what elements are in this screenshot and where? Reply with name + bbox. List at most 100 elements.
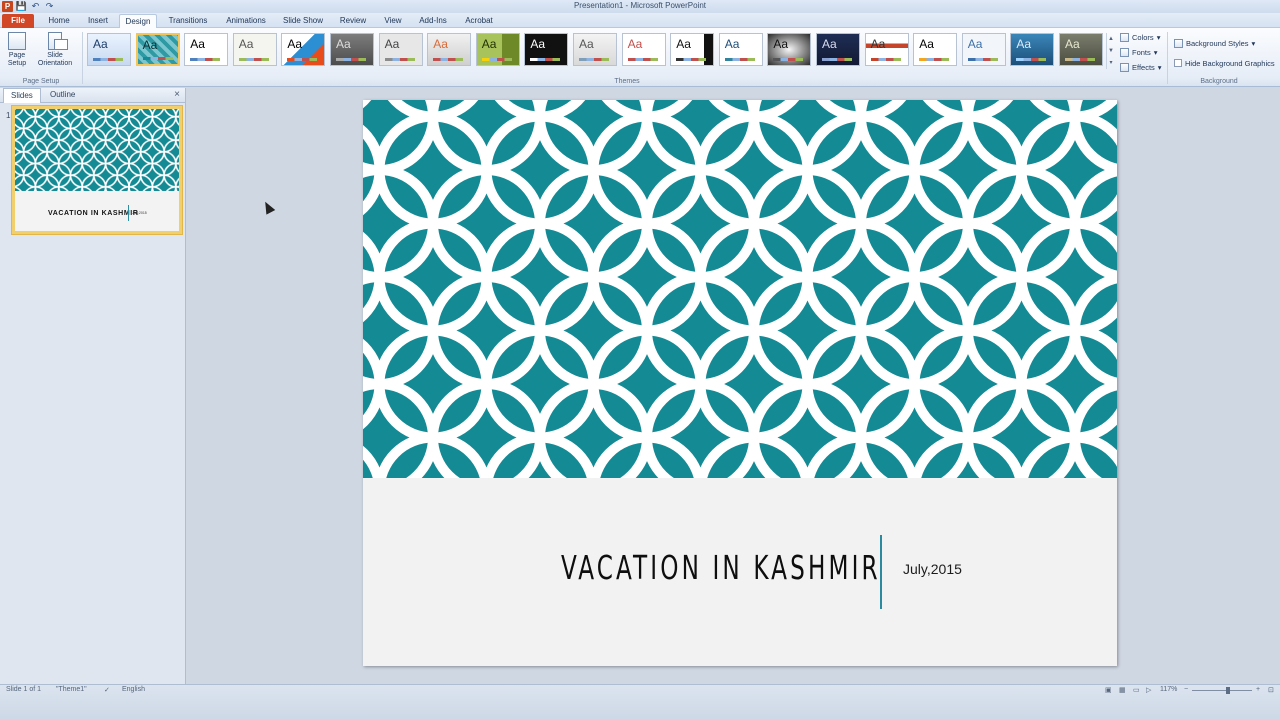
slide[interactable]: VACATION IN KASHMIR July,2015 [363, 100, 1117, 666]
colors-label: Colors [1132, 32, 1154, 42]
chevron-down-icon[interactable]: ▼ [1107, 45, 1115, 57]
close-icon[interactable]: × [174, 89, 180, 100]
tab-outline[interactable]: Outline [43, 88, 82, 103]
tab-animations[interactable]: Animations [222, 14, 270, 28]
zoom-out-icon[interactable]: − [1184, 686, 1188, 693]
theme-thumbnail[interactable]: Aa [621, 33, 666, 66]
tab-insert[interactable]: Insert [83, 14, 113, 28]
theme-sample-text: Aa [481, 37, 497, 51]
background-styles-icon [1174, 38, 1183, 48]
theme-thumbnail[interactable]: Aa [87, 33, 131, 66]
theme-thumbnail[interactable]: Aa [281, 33, 326, 66]
theme-thumbnail[interactable]: Aa [330, 33, 374, 66]
tab-acrobat[interactable]: Acrobat [461, 14, 497, 28]
theme-sample-text: Aa [190, 37, 205, 51]
themes-group-label: Themes [614, 78, 640, 85]
theme-thumbnail[interactable]: Aa [670, 33, 715, 66]
fonts-button[interactable]: Fonts ▾ [1120, 46, 1158, 58]
theme-thumbnail[interactable]: Aa [864, 33, 909, 66]
theme-color-swatch [724, 58, 755, 61]
tab-review[interactable]: Review [336, 14, 370, 28]
tab-view[interactable]: View [380, 14, 406, 28]
theme-thumbnail[interactable]: Aa [232, 33, 277, 66]
slide-orientation-button[interactable]: Slide Orientation [32, 32, 78, 74]
slide-number: 1 [6, 111, 11, 120]
theme-thumbnail[interactable]: Aa [913, 33, 958, 66]
fonts-icon [1120, 47, 1129, 57]
theme-thumbnail[interactable]: Aa [961, 33, 1006, 66]
theme-color-swatch [773, 58, 804, 61]
theme-color-swatch [142, 57, 173, 60]
theme-color-swatch [967, 58, 998, 61]
fit-to-window-icon[interactable]: ⊡ [1268, 686, 1274, 694]
tab-home[interactable]: Home [44, 14, 74, 28]
themes-gallery-scroll[interactable]: ▲ ▼ ▾ [1106, 33, 1115, 69]
theme-sample-text: Aa [93, 37, 108, 51]
page-setup-button[interactable]: Page Setup [2, 32, 32, 74]
zoom-slider[interactable] [1192, 690, 1252, 691]
theme-thumbnail[interactable]: Aa [378, 33, 423, 66]
theme-color-swatch [336, 58, 366, 61]
theme-color-swatch [919, 58, 950, 61]
slide-show-icon[interactable]: ▷ [1146, 686, 1151, 694]
ribbon-design: Page Setup Slide Orientation Page Setup … [0, 28, 1280, 87]
language[interactable]: English [122, 686, 145, 693]
colors-button[interactable]: Colors ▾ [1120, 31, 1160, 43]
thumbnail-divider [128, 205, 129, 221]
theme-sample-text: Aa [287, 37, 303, 51]
thumbnail-date: July,2015 [132, 211, 147, 215]
zoom-slider-handle[interactable] [1226, 687, 1230, 694]
tab-transitions[interactable]: Transitions [165, 14, 211, 28]
background-styles-button[interactable]: Background Styles ▾ [1174, 37, 1255, 49]
slide-sorter-icon[interactable]: ▦ [1119, 686, 1126, 694]
hide-background-graphics-checkbox[interactable]: Hide Background Graphics [1174, 57, 1275, 69]
theme-thumbnail[interactable]: Aa [427, 33, 472, 66]
theme-thumbnail[interactable]: Aa [573, 33, 617, 66]
tab-file[interactable]: File [2, 14, 34, 28]
slide-title[interactable]: VACATION IN KASHMIR [561, 548, 878, 587]
tab-design[interactable]: Design [119, 14, 157, 28]
window-title: Presentation1 - Microsoft PowerPoint [573, 1, 707, 10]
theme-thumbnail[interactable]: Aa [184, 33, 229, 66]
hide-background-graphics-label: Hide Background Graphics [1185, 58, 1275, 68]
theme-thumbnail[interactable]: Aa [475, 33, 520, 66]
theme-color-swatch [433, 58, 464, 61]
tab-slide-show[interactable]: Slide Show [280, 14, 326, 28]
theme-sample-text: Aa [822, 37, 837, 51]
thumbnail-pattern [15, 109, 179, 191]
theme-sample-text: Aa [238, 37, 254, 51]
slides-panel: Slides Outline × 1 VACATION IN KASHMIR J… [0, 88, 186, 684]
slide-subtitle-date[interactable]: July,2015 [903, 561, 962, 577]
spelling-icon[interactable]: ✓ [104, 686, 110, 694]
dropdown-icon: ▾ [1156, 32, 1161, 42]
tab-add-ins[interactable]: Add-Ins [414, 14, 452, 28]
normal-view-icon[interactable]: ▣ [1105, 686, 1112, 694]
theme-thumbnail[interactable]: Aa [524, 33, 569, 66]
zoom-in-icon[interactable]: + [1256, 686, 1260, 693]
effects-button[interactable]: Effects ▾ [1120, 61, 1162, 73]
background-group-label: Background [1200, 78, 1238, 85]
effects-icon [1120, 62, 1129, 72]
theme-sample-text: Aa [870, 37, 886, 51]
theme-sample-text: Aa [724, 37, 740, 51]
slide-thumbnail[interactable]: VACATION IN KASHMIR July,2015 [12, 106, 182, 234]
theme-color-swatch [384, 58, 415, 61]
slide-background-pattern [363, 100, 1117, 478]
more-icon[interactable]: ▾ [1107, 57, 1115, 69]
checkbox-icon[interactable] [1174, 59, 1182, 67]
chevron-up-icon[interactable]: ▲ [1107, 33, 1115, 45]
tab-slides[interactable]: Slides [3, 88, 41, 103]
theme-color-swatch [287, 58, 318, 61]
slide-count: Slide 1 of 1 [6, 686, 42, 693]
theme-color-swatch [530, 58, 561, 61]
reading-view-icon[interactable]: ▭ [1133, 686, 1140, 694]
theme-thumbnail[interactable]: Aa [767, 33, 812, 66]
theme-thumbnail[interactable]: Aa [1059, 33, 1103, 66]
theme-thumbnail[interactable]: Aa [1010, 33, 1055, 66]
theme-thumbnail[interactable]: Aa [816, 33, 860, 66]
zoom-level[interactable]: 117% [1160, 686, 1177, 693]
theme-sample-text: Aa [627, 37, 643, 51]
theme-sample-text: Aa [773, 37, 789, 51]
theme-thumbnail[interactable]: Aa [135, 33, 180, 66]
theme-thumbnail[interactable]: Aa [718, 33, 763, 66]
